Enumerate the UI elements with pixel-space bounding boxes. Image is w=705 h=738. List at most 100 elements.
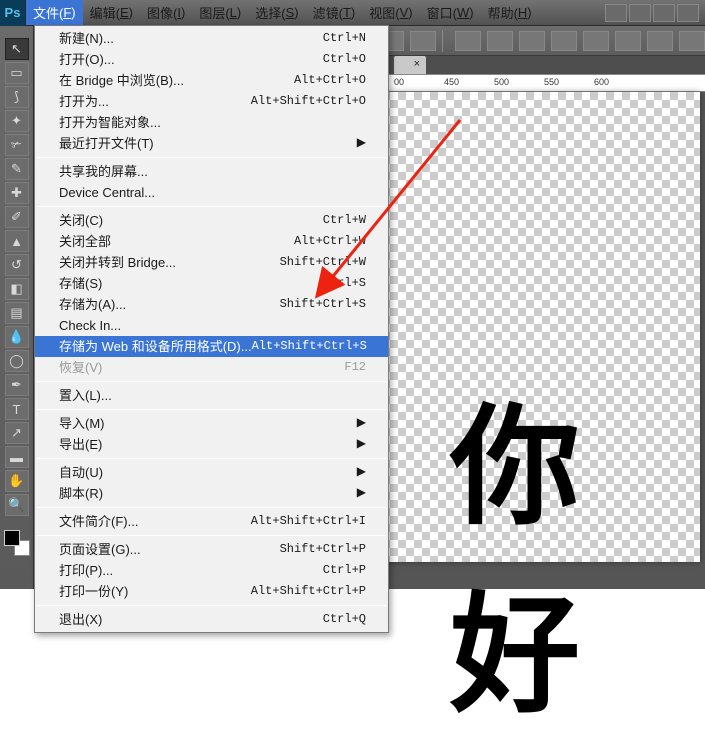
menu-s[interactable]: 选择(S)	[248, 0, 305, 25]
menu-item-shortcut: Ctrl+O	[323, 51, 366, 68]
align-middle-icon[interactable]	[583, 31, 609, 51]
file-menu-item-0[interactable]: 新建(N)...Ctrl+N	[35, 28, 388, 49]
menu-w[interactable]: 窗口(W)	[420, 0, 481, 25]
file-menu-item-1[interactable]: 打开(O)... Ctrl+O	[35, 49, 388, 70]
menu-t[interactable]: 滤镜(T)	[306, 0, 363, 25]
dodge-tool[interactable]: ◯	[5, 350, 29, 372]
file-menu-item-12[interactable]: 关闭并转到 Bridge...Shift+Ctrl+W	[35, 252, 388, 273]
screen-icon[interactable]	[677, 4, 699, 22]
align-top-icon[interactable]	[551, 31, 577, 51]
align-center-icon[interactable]	[487, 31, 513, 51]
shape-tool[interactable]: ▬	[5, 446, 29, 468]
history-brush-tool[interactable]: ↺	[5, 254, 29, 276]
file-menu-item-24[interactable]: 自动(U)▶	[35, 462, 388, 483]
menu-item-shortcut: Alt+Shift+Ctrl+P	[251, 583, 366, 600]
type-tool[interactable]: T	[5, 398, 29, 420]
file-menu-item-14[interactable]: 存储为(A)... Shift+Ctrl+S	[35, 294, 388, 315]
menu-f[interactable]: 文件(F)	[26, 0, 83, 25]
move-tool[interactable]: ↖	[5, 38, 29, 60]
menu-l[interactable]: 图层(L)	[192, 0, 248, 25]
file-menu-item-8[interactable]: Device Central...	[35, 182, 388, 203]
distribute-icon[interactable]	[647, 31, 673, 51]
color-swatches[interactable]	[4, 530, 30, 556]
height-icon[interactable]	[410, 31, 436, 51]
menu-v[interactable]: 视图(V)	[362, 0, 419, 25]
eraser-tool[interactable]: ◧	[5, 278, 29, 300]
file-menu-item-2[interactable]: 在 Bridge 中浏览(B)...Alt+Ctrl+O	[35, 70, 388, 91]
menu-item-label: 页面设置(G)...	[59, 541, 141, 558]
file-menu-item-25[interactable]: 脚本(R)▶	[35, 483, 388, 504]
ruler-tick: 450	[444, 77, 459, 87]
toolbox: ↖▭⟆✦✃✎✚✐▲↺◧▤💧◯✒T↗▬✋🔍	[0, 26, 34, 589]
file-menu-item-10[interactable]: 关闭(C)Ctrl+W	[35, 210, 388, 231]
gradient-tool[interactable]: ▤	[5, 302, 29, 324]
align-left-icon[interactable]	[455, 31, 481, 51]
file-menu-item-7[interactable]: 共享我的屏幕...	[35, 161, 388, 182]
eyedropper-tool[interactable]: ✎	[5, 158, 29, 180]
menu-item-label: 打开(O)...	[59, 51, 115, 68]
menu-item-shortcut: Ctrl+P	[323, 562, 366, 579]
file-menu-item-15[interactable]: Check In...	[35, 315, 388, 336]
menu-item-shortcut: Alt+Ctrl+W	[294, 233, 366, 250]
file-menu-item-4[interactable]: 打开为智能对象...	[35, 112, 388, 133]
menu-separator	[37, 535, 386, 536]
menu-item-label: 置入(L)...	[59, 387, 112, 404]
lasso-tool[interactable]: ⟆	[5, 86, 29, 108]
file-menu-item-11[interactable]: 关闭全部 Alt+Ctrl+W	[35, 231, 388, 252]
blur-tool[interactable]: 💧	[5, 326, 29, 348]
crop-tool[interactable]: ✃	[5, 134, 29, 156]
file-menu-item-19[interactable]: 置入(L)...	[35, 385, 388, 406]
history-icon[interactable]	[629, 4, 651, 22]
file-menu-item-31[interactable]: 打印一份(Y)Alt+Shift+Ctrl+P	[35, 581, 388, 602]
menu-separator	[37, 605, 386, 606]
healing-tool[interactable]: ✚	[5, 182, 29, 204]
menu-item-label: 打开为智能对象...	[59, 114, 161, 131]
more-icon[interactable]	[679, 31, 705, 51]
zoom-tool[interactable]: 🔍	[5, 494, 29, 516]
file-menu-item-27[interactable]: 文件简介(F)...Alt+Shift+Ctrl+I	[35, 511, 388, 532]
menu-item-label: 关闭并转到 Bridge...	[59, 254, 176, 271]
document-tab[interactable]: ×	[394, 56, 426, 76]
wand-tool[interactable]: ✦	[5, 110, 29, 132]
foreground-swatch[interactable]	[4, 530, 20, 546]
align-bottom-icon[interactable]	[615, 31, 641, 51]
marquee-tool[interactable]: ▭	[5, 62, 29, 84]
file-menu-item-22[interactable]: 导出(E)▶	[35, 434, 388, 455]
tab-close-icon[interactable]: ×	[414, 58, 420, 70]
menu-e[interactable]: 编辑(E)	[83, 0, 140, 25]
file-menu-item-13[interactable]: 存储(S)Ctrl+S	[35, 273, 388, 294]
file-menu-item-16[interactable]: 存储为 Web 和设备所用格式(D)...Alt+Shift+Ctrl+S	[35, 336, 388, 357]
file-menu-item-5[interactable]: 最近打开文件(T) ▶	[35, 133, 388, 154]
file-menu-item-33[interactable]: 退出(X)Ctrl+Q	[35, 609, 388, 630]
menu-item-shortcut: Ctrl+Q	[323, 611, 366, 628]
file-menu-dropdown: 新建(N)...Ctrl+N 打开(O)... Ctrl+O 在 Bridge 中浏览…	[34, 25, 389, 633]
hand-tool[interactable]: ✋	[5, 470, 29, 492]
brush-tool[interactable]: ✐	[5, 206, 29, 228]
app-logo: Ps	[0, 0, 26, 26]
stamp-tool[interactable]: ▲	[5, 230, 29, 252]
menu-item-shortcut: Alt+Ctrl+O	[294, 72, 366, 89]
menu-item-label: 存储为(A)...	[59, 296, 126, 313]
file-menu-item-30[interactable]: 打印(P)...Ctrl+P	[35, 560, 388, 581]
menu-item-shortcut: ▶	[357, 135, 366, 152]
file-menu-item-3[interactable]: 打开为...Alt+Shift+Ctrl+O	[35, 91, 388, 112]
file-menu-item-29[interactable]: 页面设置(G)...Shift+Ctrl+P	[35, 539, 388, 560]
align-right-icon[interactable]	[519, 31, 545, 51]
topbar-right-icons	[605, 4, 705, 22]
file-menu-item-21[interactable]: 导入(M)▶	[35, 413, 388, 434]
menu-item-label: 关闭全部	[59, 233, 111, 250]
path-tool[interactable]: ↗	[5, 422, 29, 444]
menu-item-shortcut: Shift+Ctrl+S	[280, 296, 366, 313]
menu-separator	[37, 458, 386, 459]
bridge-icon[interactable]	[605, 4, 627, 22]
menu-item-label: 新建(N)...	[59, 30, 114, 47]
menu-h[interactable]: 帮助(H)	[481, 0, 539, 25]
pen-tool[interactable]: ✒	[5, 374, 29, 396]
menubar: 文件(F)编辑(E)图像(I)图层(L)选择(S)滤镜(T)视图(V)窗口(W)…	[26, 0, 539, 25]
menu-item-shortcut: ▶	[357, 436, 366, 453]
menu-item-shortcut: ▶	[357, 464, 366, 481]
ruler-icon[interactable]	[653, 4, 675, 22]
menu-i[interactable]: 图像(I)	[140, 0, 192, 25]
menu-item-label: 最近打开文件(T)	[59, 135, 154, 152]
menu-item-label: 存储为 Web 和设备所用格式(D)...	[59, 338, 252, 355]
